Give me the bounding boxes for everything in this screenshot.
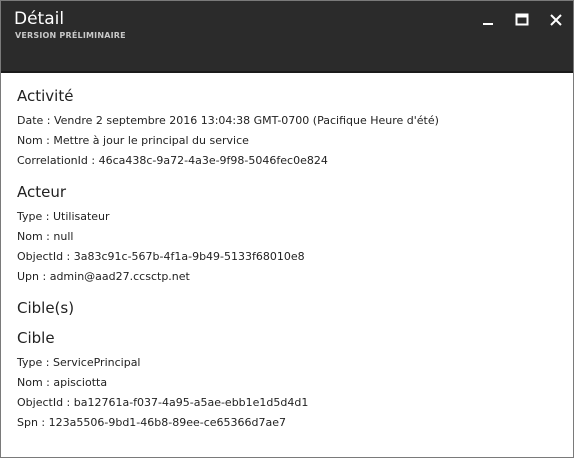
target-spn: Spn : 123a5506-9bd1-46b8-89ee-ce65366d7a… (17, 416, 287, 429)
activity-correlation-id: CorrelationId : 46ca438c-9a72-4a3e-9f98-… (17, 154, 328, 167)
target-heading: Cible (17, 329, 55, 347)
target-type: Type : ServicePrincipal (17, 356, 141, 369)
actor-object-id: ObjectId : 3a83c91c-567b-4f1a-9b49-5133f… (17, 250, 305, 263)
window-controls (471, 10, 573, 30)
target-name: Nom : apisciotta (17, 376, 108, 389)
minimize-button[interactable] (471, 10, 505, 30)
maximize-button[interactable] (505, 10, 539, 30)
close-button[interactable] (539, 10, 573, 30)
blade-subtitle: VERSION PRÉLIMINAIRE (15, 31, 126, 40)
target-object-id: ObjectId : ba12761a-f037-4a95-a5ae-ebb1e… (17, 396, 309, 409)
actor-name: Nom : null (17, 230, 74, 243)
detail-blade: Détail VERSION PRÉLIMINAIRE Activité Dat… (0, 0, 574, 458)
actor-type: Type : Utilisateur (17, 210, 110, 223)
close-icon (550, 14, 562, 26)
activity-name: Nom : Mettre à jour le principal du serv… (17, 134, 249, 147)
targets-heading: Cible(s) (17, 299, 75, 317)
activity-date: Date : Vendre 2 septembre 2016 13:04:38 … (17, 114, 439, 127)
actor-upn: Upn : admin@aad27.ccsctp.net (17, 270, 190, 283)
minimize-icon (483, 23, 493, 25)
maximize-icon (515, 13, 529, 26)
details-content: Activité Date : Vendre 2 septembre 2016 … (1, 73, 573, 433)
blade-title: Détail (14, 9, 65, 29)
activity-heading: Activité (17, 87, 74, 105)
actor-heading: Acteur (17, 183, 67, 201)
blade-header: Détail VERSION PRÉLIMINAIRE (1, 1, 573, 73)
